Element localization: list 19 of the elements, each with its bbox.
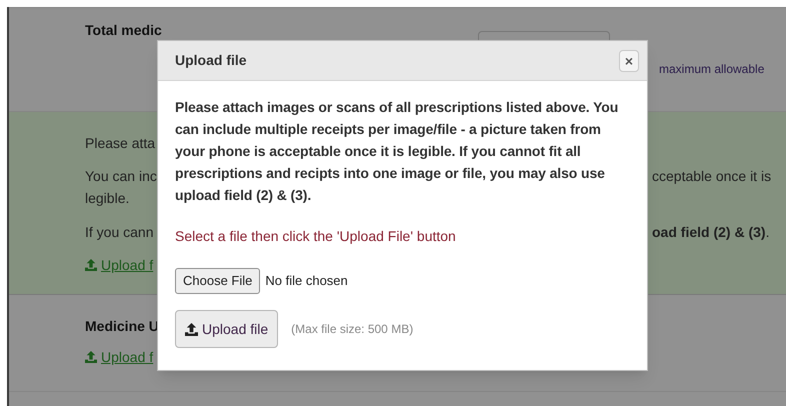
file-status-text: No file chosen — [265, 272, 348, 290]
close-button[interactable]: × — [619, 50, 639, 72]
hint-text: maximum allowable — [659, 61, 764, 78]
body-text: Please atta — [85, 134, 156, 153]
body-text: legible. — [85, 189, 130, 208]
body-text: If you cann — [85, 223, 154, 242]
form-label: Total medic — [85, 22, 162, 38]
body-text: oad field (2) & (3). — [652, 223, 770, 242]
upload-icon — [185, 322, 198, 336]
upload-icon — [85, 259, 97, 271]
choose-file-button[interactable]: Choose File — [175, 268, 260, 294]
dialog-title: Upload file — [175, 51, 247, 70]
instruction-text: Select a file then click the 'Upload File' button — [175, 227, 457, 246]
dialog-message: Please attach images or scans of all prescriptions listed above. You can include multiple receipts per image/file - a picture taken from your phone is acceptable once it is legible. If you cannot fit all prescriptions and recipts into one image or file, you may also use upload field (2) & (3). — [175, 98, 620, 205]
upload-icon — [85, 351, 97, 363]
body-text: You can inc — [85, 167, 157, 186]
body-text: cceptable once it is — [652, 167, 772, 186]
upload-button[interactable]: Upload file — [175, 310, 278, 348]
file-size-note: (Max file size: 500 MB) — [291, 321, 414, 338]
